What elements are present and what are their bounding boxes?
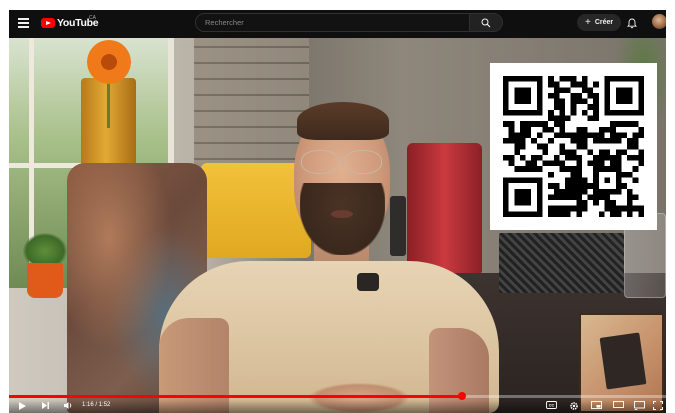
subtitles-icon: CC (546, 401, 557, 409)
theater-mode-icon (613, 401, 624, 408)
youtube-window: YouTube CA + Créer (9, 10, 666, 413)
time-current: 1:16 (82, 402, 94, 408)
avatar[interactable] (652, 14, 666, 29)
create-button[interactable]: + Créer (577, 14, 622, 31)
miniplayer-button[interactable] (591, 401, 602, 409)
top-bar: YouTube CA + Créer (9, 10, 666, 38)
fullscreen-button[interactable] (653, 401, 663, 410)
search-bar (195, 13, 503, 32)
logo-country-code: CA (89, 15, 96, 21)
qr-code-image (503, 76, 644, 217)
skip-next-icon (42, 402, 49, 409)
create-label: Créer (594, 19, 614, 26)
progress-bar-played (9, 395, 463, 398)
video-player[interactable]: 1:16 / 1:52 CC (9, 38, 666, 413)
youtube-play-logo-icon (41, 18, 55, 28)
play-button[interactable] (18, 401, 27, 411)
fullscreen-icon (653, 401, 663, 410)
svg-text:CC: CC (549, 404, 555, 408)
notifications-button[interactable] (627, 16, 637, 34)
qr-code (490, 63, 657, 230)
volume-button[interactable] (63, 401, 73, 410)
subtitles-button[interactable]: CC (546, 401, 557, 409)
gear-icon (570, 402, 578, 410)
search-button[interactable] (469, 14, 502, 31)
volume-icon (64, 402, 72, 409)
search-icon (481, 18, 491, 27)
miniplayer-icon (591, 401, 602, 409)
settings-button[interactable] (569, 401, 579, 411)
next-button[interactable] (41, 401, 50, 410)
cast-button[interactable] (634, 401, 645, 410)
play-icon (19, 402, 26, 410)
youtube-logo[interactable]: YouTube CA (41, 15, 99, 29)
hamburger-menu-icon[interactable] (18, 18, 29, 28)
cast-icon (634, 401, 645, 410)
time-display: 1:16 / 1:52 (82, 402, 110, 408)
bell-icon (627, 18, 637, 29)
search-input[interactable] (196, 14, 469, 31)
time-total: 1:52 (98, 402, 111, 408)
plus-icon: + (585, 16, 591, 28)
theater-mode-button[interactable] (613, 401, 624, 408)
